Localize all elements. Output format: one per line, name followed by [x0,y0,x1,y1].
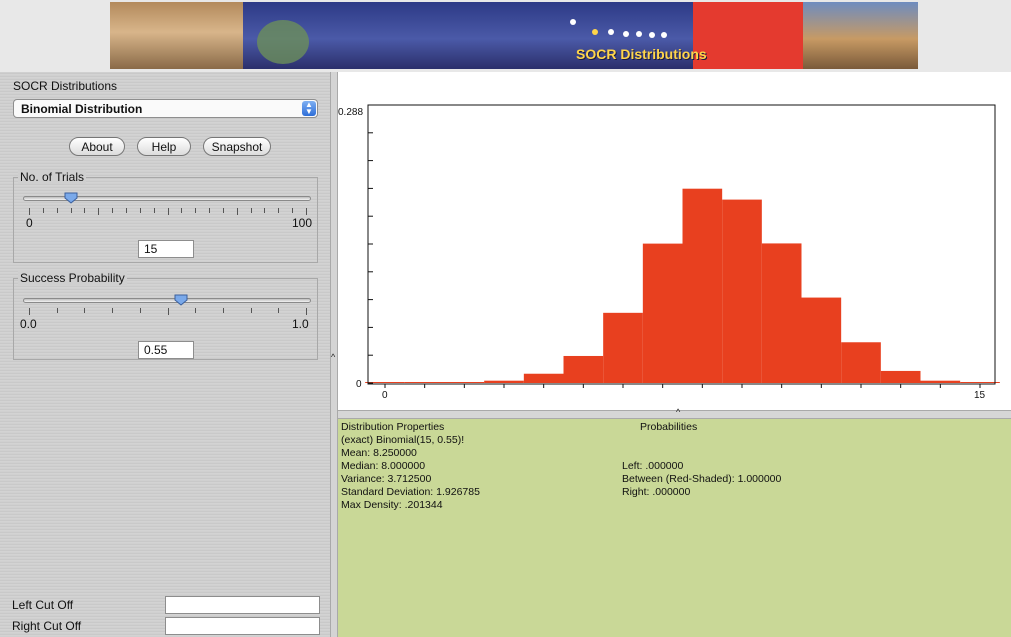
slider-tick [112,308,114,313]
trials-slider-thumb[interactable] [64,192,78,204]
histogram-bar-1 [404,382,445,383]
slider-tick [125,208,127,213]
slider-tick [70,208,72,213]
slider-tick [222,308,224,313]
histogram-bar-15 [960,382,1000,383]
slider-tick [167,208,169,215]
properties-heading: Distribution Properties [341,421,445,433]
probability-label: Success Probability [18,271,127,285]
caret-up-icon[interactable]: ^ [676,407,680,417]
histogram-bar-3 [484,380,524,383]
slider-tick [153,208,155,213]
slider-tick [84,308,86,313]
probability-slider-thumb[interactable] [174,294,188,306]
probability-max-label: 1.0 [292,317,309,331]
histogram-bar-5 [563,355,604,383]
slider-tick [98,208,100,215]
y-axis-min-label: 0 [356,379,362,390]
distribution-select-value: Binomial Distribution [21,102,143,116]
histogram-bar-10 [761,243,802,383]
slider-tick [167,308,169,315]
histogram-bar-9 [722,199,762,383]
right-probability: Right: .000000 [622,486,691,498]
banner-decoration [257,2,803,69]
left-cutoff-label: Left Cut Off [12,598,74,612]
slider-tick [250,308,252,313]
slider-tick [195,308,197,313]
trials-slider-ticks [29,208,307,215]
trials-input[interactable]: 15 [138,240,194,258]
histogram-bar-8 [682,188,723,383]
slider-tick [56,208,58,213]
max-density-value: Max Density: .201344 [341,499,443,511]
slider-tick [222,208,224,213]
probability-slider-track[interactable] [23,298,311,303]
right-cutoff-input[interactable] [165,617,320,635]
trials-max-label: 100 [292,216,313,230]
slider-tick [42,208,44,213]
slider-tick [306,308,307,315]
left-probability: Left: .000000 [622,460,684,472]
banner-photo-left [110,2,243,69]
slider-tick [278,208,280,213]
banner-graphic: SOCR Distributions [243,2,803,69]
right-cutoff-label: Right Cut Off [12,619,82,633]
slider-tick [306,208,307,215]
slider-tick [56,308,58,313]
slider-tick [181,208,183,213]
slider-tick [264,208,266,213]
median-value: Median: 8.000000 [341,460,426,472]
slider-tick [209,208,211,213]
left-cutoff-input[interactable] [165,596,320,614]
histogram-bar-7 [642,243,683,383]
slider-tick [292,208,294,213]
distribution-chart[interactable]: 0.288 0 0 15 [338,80,1011,410]
slider-tick [195,208,197,213]
probability-input[interactable]: 0.55 [138,341,194,359]
banner-photo-right [803,2,918,69]
slider-tick [29,308,30,315]
chart-area: 0.288 0 0 15 [338,80,1011,410]
histogram-bar-12 [841,342,881,383]
slider-tick [29,208,30,215]
horizontal-splitter[interactable] [338,410,1011,419]
trials-min-label: 0 [26,216,33,230]
slider-tick [139,308,141,313]
histogram-bar-6 [603,312,643,383]
slider-tick [278,308,280,313]
std-value: Standard Deviation: 1.926785 [341,486,480,498]
socr-banner: SOCR Distributions [110,2,918,69]
x-axis-tick-label-15: 15 [974,390,986,401]
x-axis-tick-label-0: 0 [382,390,388,401]
banner-title: SOCR Distributions [576,46,707,62]
help-button[interactable]: Help [137,137,191,156]
slider-tick [84,208,86,213]
trials-label: No. of Trials [18,170,87,184]
slider-tick [250,208,252,213]
probability-min-label: 0.0 [20,317,37,331]
properties-subtitle: (exact) Binomial(15, 0.55)! [341,434,465,446]
chevron-updown-icon: ▲ ▼ [302,101,316,116]
variance-value: Variance: 3.712500 [341,473,432,485]
histogram-bar-13 [880,370,921,383]
histogram-bar-4 [523,373,564,383]
slider-tick [236,208,238,215]
probability-slider-ticks [29,308,307,315]
histogram-bar-11 [801,297,842,383]
panel-title: SOCR Distributions [13,79,118,93]
probabilities-heading: Probabilities [640,421,698,433]
distribution-select[interactable]: Binomial Distribution ▲ ▼ [13,99,318,118]
distribution-info-panel: Distribution Properties (exact) Binomial… [338,419,1011,637]
between-probability: Between (Red-Shaded): 1.000000 [622,473,782,485]
snapshot-button[interactable]: Snapshot [203,137,271,156]
y-axis-max-label: 0.288 [338,107,363,118]
about-button[interactable]: About [69,137,125,156]
histogram-bar-14 [920,380,961,383]
histogram-bar-2 [444,382,485,383]
caret-up-icon[interactable]: ^ [331,352,335,362]
slider-tick [139,208,141,213]
slider-tick [112,208,114,213]
mean-value: Mean: 8.250000 [341,447,417,459]
